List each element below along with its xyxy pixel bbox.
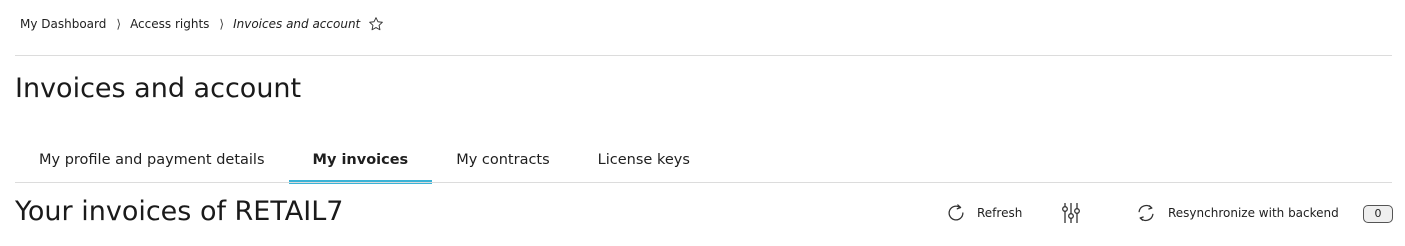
page-title: Invoices and account: [15, 73, 302, 104]
section-title: Your invoices of RETAIL7: [15, 196, 344, 227]
star-icon[interactable]: [368, 16, 384, 32]
resynchronize-label: Resynchronize with backend: [1168, 206, 1339, 220]
refresh-label: Refresh: [977, 206, 1023, 220]
sync-icon: [1138, 204, 1154, 222]
tab-license-keys[interactable]: License keys: [574, 140, 714, 184]
refresh-icon: [948, 204, 964, 221]
resynchronize-button[interactable]: Resynchronize with backend: [1135, 202, 1339, 224]
breadcrumb-current: Invoices and account: [233, 17, 361, 31]
breadcrumb-separator: ⟩: [116, 17, 122, 31]
tab-my-contracts[interactable]: My contracts: [432, 140, 573, 184]
filter-settings-button[interactable]: [1059, 201, 1083, 225]
breadcrumb: My Dashboard ⟩ Access rights ⟩ Invoices …: [20, 14, 384, 34]
header-divider: [15, 55, 1392, 56]
breadcrumb-separator: ⟩: [219, 17, 225, 31]
breadcrumb-item-dashboard[interactable]: My Dashboard: [20, 17, 106, 31]
filter-sliders-icon: [1062, 203, 1080, 223]
tab-divider: [15, 182, 1392, 183]
tab-my-invoices[interactable]: My invoices: [288, 140, 433, 184]
refresh-button[interactable]: Refresh: [945, 202, 1022, 224]
tab-profile-payment[interactable]: My profile and payment details: [15, 140, 289, 184]
tab-bar: My profile and payment details My invoic…: [15, 140, 714, 184]
count-badge: 0: [1363, 205, 1393, 223]
breadcrumb-item-access-rights[interactable]: Access rights: [130, 17, 209, 31]
